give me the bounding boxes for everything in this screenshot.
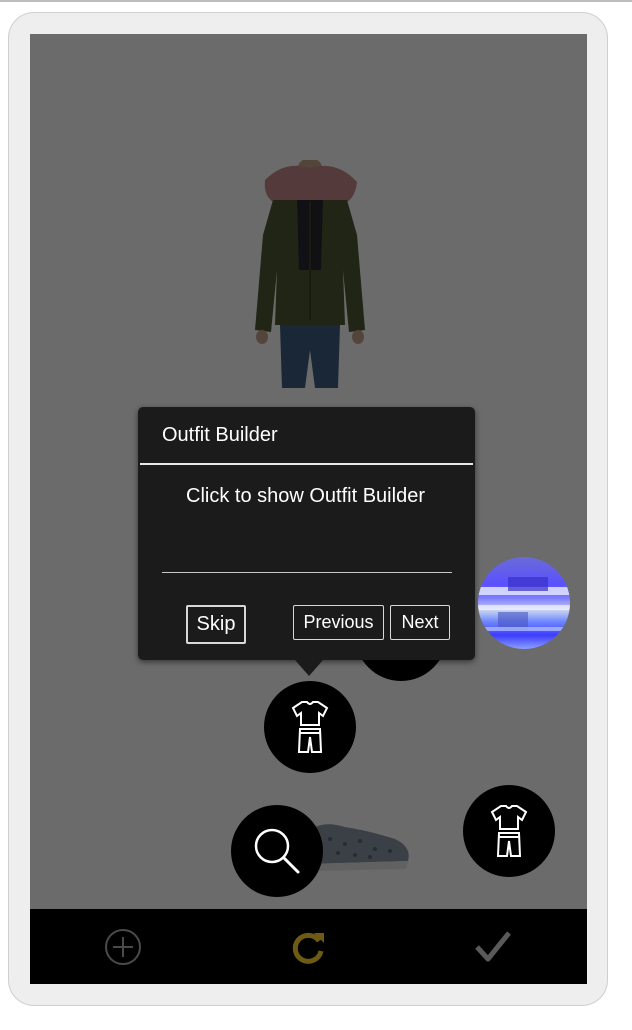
outfit-builder-button[interactable] bbox=[264, 681, 356, 773]
check-icon bbox=[475, 930, 511, 961]
tooltip-title: Outfit Builder bbox=[162, 424, 278, 446]
add-button[interactable] bbox=[83, 909, 163, 984]
tooltip-divider bbox=[140, 463, 473, 465]
outfit-icon bbox=[490, 805, 528, 857]
refresh-button[interactable] bbox=[268, 909, 348, 984]
plus-circle-icon bbox=[105, 928, 141, 965]
refresh-icon bbox=[292, 932, 324, 964]
outfit-builder-tooltip: Outfit Builder Click to show Outfit Buil… bbox=[138, 407, 475, 676]
tooltip-body: Click to show Outfit Builder bbox=[186, 485, 425, 507]
bottom-action-bar bbox=[30, 909, 587, 984]
outfit-builder-side-button[interactable] bbox=[463, 785, 555, 877]
next-button[interactable]: Next bbox=[390, 605, 450, 640]
search-button[interactable] bbox=[231, 805, 323, 897]
skip-button[interactable]: Skip bbox=[186, 605, 246, 644]
previous-button[interactable]: Previous bbox=[293, 605, 384, 640]
done-button[interactable] bbox=[453, 909, 533, 984]
app-screen: Outfit Builder Click to show Outfit Buil… bbox=[30, 34, 587, 984]
tooltip-footer-divider bbox=[162, 572, 452, 573]
avatar[interactable] bbox=[478, 557, 570, 649]
outfit-icon bbox=[291, 701, 329, 753]
search-icon bbox=[254, 828, 300, 874]
top-divider bbox=[0, 0, 632, 2]
